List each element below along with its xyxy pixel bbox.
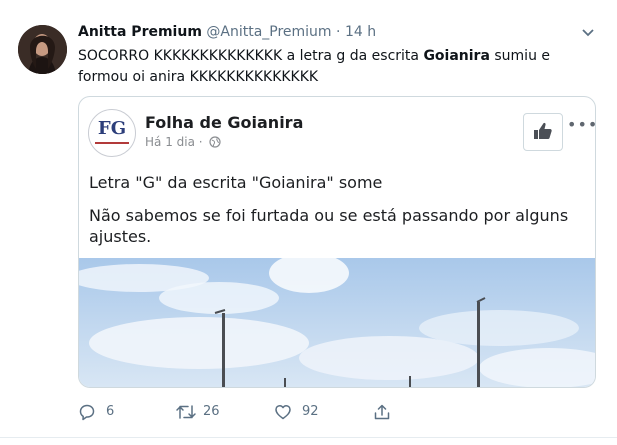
timestamp[interactable]: 14 h (345, 24, 376, 40)
divider (0, 437, 617, 438)
post-paragraph: Não sabemos se foi furtada ou se está pa… (89, 206, 569, 246)
tweet-text-part: SOCORRO KKKKKKKKKKKKKK a letra g da escr… (78, 48, 424, 64)
tweet[interactable]: Anitta Premium @Anitta_Premium · 14 h SO… (0, 0, 617, 445)
share-icon (374, 404, 390, 420)
retweet-count: 26 (203, 404, 220, 419)
page-name[interactable]: Folha de Goianira (145, 113, 303, 132)
tweet-text: SOCORRO KKKKKKKKKKKKKK a letra g da escr… (78, 46, 598, 88)
tweet-header: Anitta Premium @Anitta_Premium · 14 h (78, 24, 376, 40)
reply-icon (79, 404, 95, 421)
share-button[interactable] (373, 400, 397, 424)
display-name[interactable]: Anitta Premium (78, 24, 202, 40)
logo-text: FG (97, 118, 127, 139)
retweet-icon (176, 405, 196, 419)
retweet-button[interactable]: 26 (175, 400, 235, 424)
like-count: 92 (302, 404, 319, 419)
avatar[interactable] (18, 25, 67, 74)
post-photo[interactable] (79, 258, 595, 387)
more-options-icon[interactable]: ••• (567, 115, 595, 134)
post-paragraph: Letra "G" da escrita "Goianira" some (89, 173, 383, 192)
chevron-down-icon[interactable] (581, 28, 595, 38)
tweet-text-bold: Goianira (423, 48, 490, 64)
globe-icon (209, 136, 221, 148)
post-time[interactable]: Há 1 dia · (145, 135, 203, 149)
reply-button[interactable]: 6 (78, 400, 138, 424)
tweet-actions: 6 26 92 (78, 400, 408, 424)
embedded-post-card[interactable]: FG Folha de Goianira Há 1 dia · ••• Letr… (78, 96, 596, 388)
separator: · (336, 24, 341, 40)
heart-icon (275, 404, 291, 420)
reply-count: 6 (106, 404, 115, 419)
post-body: Letra "G" da escrita "Goianira" some Não… (89, 172, 579, 259)
user-handle[interactable]: @Anitta_Premium (206, 24, 331, 40)
page-logo[interactable]: FG (88, 109, 136, 157)
like-page-button[interactable] (523, 113, 563, 151)
like-button[interactable]: 92 (274, 400, 334, 424)
thumbs-up-icon (534, 122, 552, 139)
logo-underline (95, 142, 129, 144)
